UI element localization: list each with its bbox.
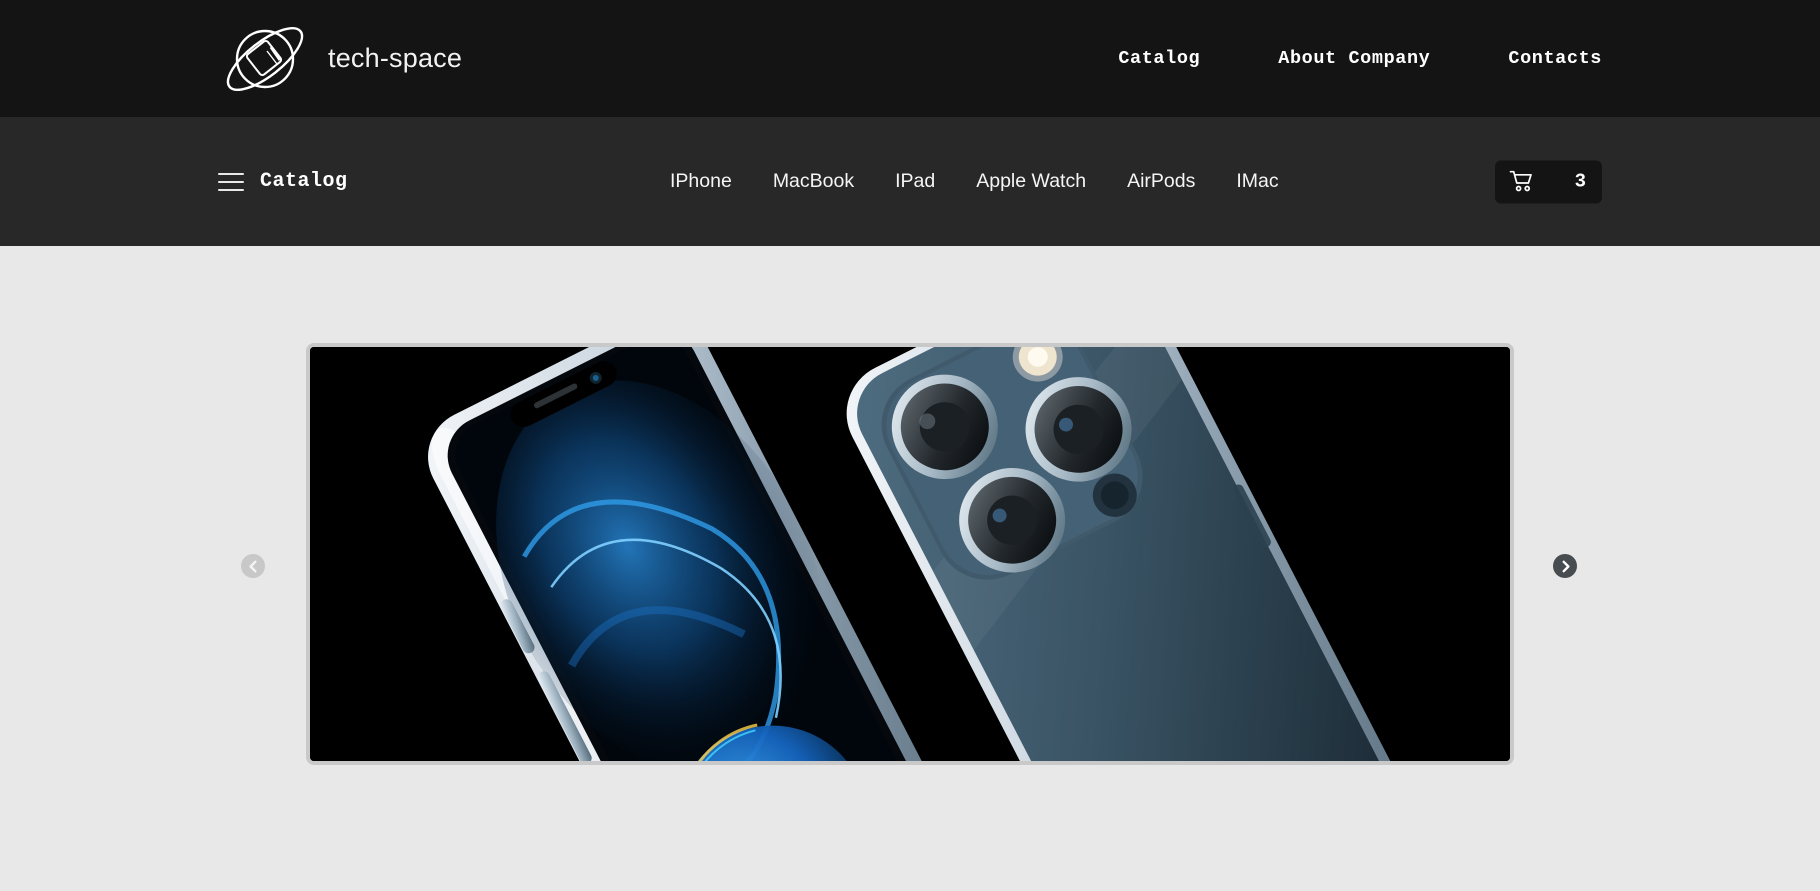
nav-contacts[interactable]: Contacts	[1508, 48, 1602, 69]
category-imac[interactable]: IMac	[1236, 170, 1278, 193]
category-nav: IPhone MacBook IPad Apple Watch AirPods …	[670, 117, 1279, 246]
slider-next-button[interactable]	[1553, 554, 1577, 578]
category-ipad[interactable]: IPad	[895, 170, 935, 193]
site-header: tech-space Catalog About Company Contact…	[0, 0, 1820, 117]
category-macbook[interactable]: MacBook	[773, 170, 854, 193]
cart-button[interactable]: 3	[1495, 160, 1602, 203]
catalog-menu-button[interactable]: Catalog	[218, 170, 348, 193]
primary-nav: Catalog About Company Contacts	[1118, 0, 1602, 117]
brand-name: tech-space	[328, 43, 463, 73]
category-airpods[interactable]: AirPods	[1127, 170, 1195, 193]
nav-about-company[interactable]: About Company	[1278, 48, 1430, 69]
chevron-right-circle-icon	[1562, 560, 1570, 572]
slider-prev-button[interactable]	[241, 554, 265, 578]
slide-container	[306, 343, 1514, 765]
category-bar: Catalog IPhone MacBook IPad Apple Watch …	[0, 117, 1820, 246]
chevron-left-circle-icon	[248, 560, 256, 572]
slide-image-iphone-12-pro[interactable]	[310, 347, 1510, 761]
catalog-menu-label: Catalog	[260, 170, 348, 193]
hamburger-icon	[218, 172, 244, 191]
hero-slider	[0, 246, 1820, 891]
brand-logo[interactable]: tech-space	[218, 7, 462, 111]
shopping-cart-icon	[1509, 170, 1532, 192]
planet-ring-logo-icon	[226, 26, 304, 91]
category-apple-watch[interactable]: Apple Watch	[976, 170, 1086, 193]
cart-count: 3	[1574, 170, 1586, 193]
nav-catalog[interactable]: Catalog	[1118, 48, 1200, 69]
slide-frame	[306, 343, 1514, 765]
category-iphone[interactable]: IPhone	[670, 170, 732, 193]
